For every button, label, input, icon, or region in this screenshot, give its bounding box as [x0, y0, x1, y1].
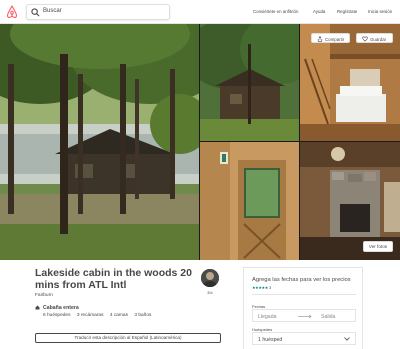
- photo-gallery: Compartir Guardar Ver fotos: [0, 24, 400, 260]
- rating-stars[interactable]: ★★★★★3: [252, 285, 271, 290]
- guests-value: 1 huésped: [258, 336, 283, 343]
- capacity-baths: 3 baños: [134, 313, 152, 318]
- top-header: Buscar Conviértete en anfitrión Ayuda Re…: [0, 0, 400, 24]
- search-input[interactable]: Buscar: [26, 4, 170, 20]
- booking-widget: Agrega las fechas para ver los precios ★…: [243, 267, 363, 349]
- listing-title: Lakeside cabin in the woods 20 mins from…: [35, 267, 192, 291]
- capacity-beds: 4 camas: [109, 313, 128, 318]
- translate-button[interactable]: Traducir esta descripción al Español (La…: [35, 333, 221, 343]
- checkout-input[interactable]: Salida: [321, 314, 335, 320]
- share-icon: [317, 36, 323, 42]
- booking-title: Agrega las fechas para ver los precios: [252, 277, 351, 283]
- view-photos-button[interactable]: Ver fotos: [363, 241, 393, 252]
- nav-login[interactable]: Inicia sesión: [368, 9, 392, 14]
- nav-become-host[interactable]: Conviértete en anfitrión: [253, 9, 298, 14]
- save-button[interactable]: Guardar: [356, 33, 393, 43]
- photo-interior-door[interactable]: [200, 142, 299, 260]
- capacity-guests: 6 huéspedes: [43, 313, 71, 318]
- property-type: Cabaña entera: [43, 305, 79, 311]
- search-placeholder: Buscar: [43, 8, 62, 14]
- arrow-right-icon: [298, 315, 312, 318]
- host-avatar[interactable]: [201, 269, 219, 287]
- photo-cabin-exterior[interactable]: [200, 24, 299, 141]
- checkin-input[interactable]: Llegada: [258, 314, 276, 320]
- share-label: Compartir: [325, 36, 345, 42]
- nav-signup[interactable]: Regístrate: [337, 9, 357, 14]
- home-icon: [35, 305, 40, 310]
- main-photo[interactable]: [0, 24, 199, 260]
- listing-location[interactable]: Fairburn: [35, 293, 53, 298]
- divider: [252, 294, 356, 295]
- airbnb-logo[interactable]: [6, 5, 18, 19]
- chevron-down-icon: [344, 337, 350, 341]
- heart-icon: [362, 36, 368, 42]
- host-name[interactable]: Ed: [201, 290, 219, 295]
- search-icon: [31, 8, 40, 17]
- save-label: Guardar: [370, 36, 387, 42]
- nav-help[interactable]: Ayuda: [313, 9, 325, 14]
- dates-field[interactable]: Llegada Salida: [252, 309, 356, 322]
- capacity-bedrooms: 3 recámaras: [76, 313, 104, 318]
- guests-select[interactable]: 1 huésped: [252, 332, 356, 345]
- stars-icon: ★★★★★: [252, 285, 268, 290]
- review-count: 3: [268, 285, 271, 290]
- capacity-summary: 6 huéspedes 3 recámaras 4 camas 3 baños: [43, 313, 156, 318]
- share-button[interactable]: Compartir: [311, 33, 350, 43]
